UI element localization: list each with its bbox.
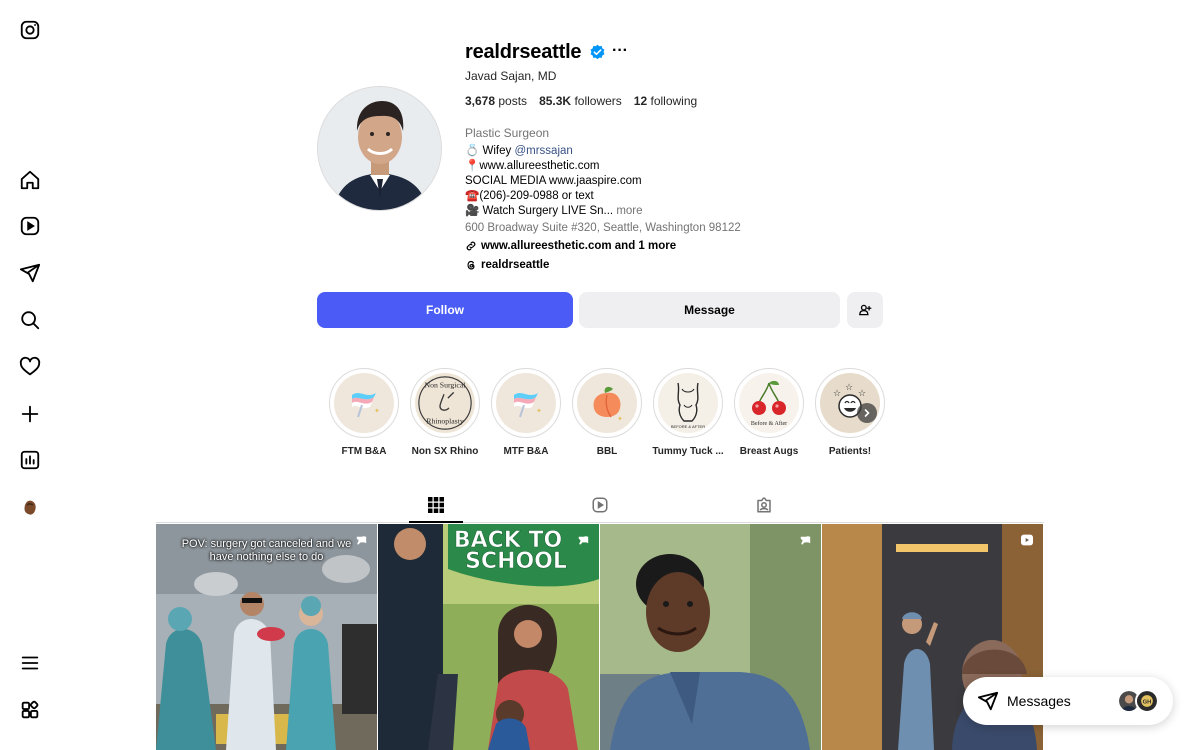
flag-icon: ✦ [352, 393, 380, 418]
threads-icon [467, 260, 475, 270]
highlight-label: Tummy Tuck ... [652, 446, 724, 457]
bio-more-link[interactable]: more [616, 205, 642, 217]
dashboard-chart-icon[interactable] [18, 448, 42, 472]
bio-line-1: 💍 Wifey [465, 145, 512, 157]
message-button[interactable]: Message [579, 292, 840, 328]
highlight-label: BBL [596, 446, 618, 457]
profile-avatar[interactable] [317, 86, 442, 211]
tab-reels-icon[interactable] [590, 494, 610, 516]
svg-text:☆: ☆ [845, 382, 853, 392]
pin-icon [356, 536, 367, 545]
highlight-breast-augs[interactable]: Before & After Breast Augs [733, 368, 805, 457]
external-link[interactable]: www.allureesthetic.com and 1 more [465, 240, 676, 252]
pin-icon [800, 536, 811, 545]
direct-send-icon [977, 691, 999, 711]
highlight-label: Breast Augs [739, 446, 799, 457]
posts-stat: 3,678 posts [465, 94, 528, 108]
tab-tagged-icon[interactable] [754, 494, 774, 516]
tab-posts-grid-icon[interactable] [426, 494, 446, 516]
profile-category: Plastic Surgeon [465, 126, 550, 140]
highlight-non-sx-rhino[interactable]: Non Surgical Rhinoplasty Non SX Rhino [409, 368, 481, 457]
svg-text:☆: ☆ [833, 388, 841, 398]
svg-text:✦: ✦ [617, 415, 623, 423]
threads-link[interactable]: realdrseattle [465, 259, 549, 271]
svg-text:SCHOOL: SCHOOL [465, 549, 567, 574]
suggested-accounts-button[interactable] [847, 292, 883, 328]
link-icon [466, 241, 476, 251]
home-icon[interactable] [18, 168, 42, 192]
profile-address: 600 Broadway Suite #320, Seattle, Washin… [465, 222, 741, 234]
profile-username: realdrseattle [465, 41, 582, 63]
highlight-label: FTM B&A [341, 446, 387, 457]
mention-link[interactable]: @mrssajan [514, 145, 572, 157]
highlight-art-text: BEFORE & AFTER [671, 424, 705, 429]
following-stat[interactable]: 12 following [634, 94, 697, 108]
avatar: GH [1135, 689, 1159, 713]
bio-line-4: ☎️(206)-209-0988 or text [465, 190, 594, 202]
threads-handle: realdrseattle [481, 259, 550, 271]
post-image-back-to-school: BACK TO SCHOOL [378, 524, 599, 750]
post-tile-2[interactable]: BACK TO SCHOOL [378, 524, 599, 750]
followers-stat[interactable]: 85.3K followers [539, 94, 622, 108]
also-from-meta-icon[interactable] [18, 698, 42, 722]
bio-line-5: 🎥 Watch Surgery LIVE Sn... [465, 205, 614, 217]
svg-text:GH: GH [1143, 700, 1152, 706]
svg-text:✦: ✦ [536, 407, 542, 415]
active-tab-indicator [409, 521, 463, 523]
highlight-art-line1: Non Surgical [425, 381, 466, 390]
cherries-icon: Before & After [751, 380, 787, 427]
verified-badge-icon [590, 44, 605, 60]
bio-line-3: SOCIAL MEDIA www.jaaspire.com [465, 175, 642, 187]
reel-play-icon [1021, 534, 1033, 546]
post-image-portrait [600, 524, 821, 750]
highlight-ftm[interactable]: ✦ FTM B&A [328, 368, 400, 457]
tabs-divider [156, 522, 1044, 523]
highlight-bbl[interactable]: ✦ BBL [571, 368, 643, 457]
profile-bio: 💍 Wifey @mrssajan 📍www.allureesthetic.co… [465, 144, 643, 219]
profile-full-name: Javad Sajan, MD [465, 69, 557, 83]
highlights-next-chevron-icon[interactable] [857, 403, 877, 423]
highlight-label: Patients! [828, 446, 872, 457]
search-icon[interactable] [18, 308, 42, 332]
follow-button[interactable]: Follow [317, 292, 573, 328]
options-more-icon[interactable]: ··· [612, 42, 628, 60]
reels-icon[interactable] [18, 214, 42, 238]
bio-line-2: 📍www.allureesthetic.com [465, 160, 600, 172]
nose-icon: Non Surgical Rhinoplasty [418, 376, 472, 430]
peach-icon: ✦ [593, 386, 623, 423]
torso-icon: BEFORE & AFTER [671, 382, 705, 429]
highlight-art-line2: Rhinoplasty [426, 416, 464, 425]
post-caption: POV: surgery got canceled and we have no… [181, 538, 352, 563]
post-tile-3[interactable] [600, 524, 821, 750]
flag-icon: ✦ [514, 393, 542, 418]
pin-icon [578, 536, 589, 545]
svg-text:✦: ✦ [374, 407, 380, 415]
highlight-tummy-tuck[interactable]: BEFORE & AFTER Tummy Tuck ... [652, 368, 724, 457]
menu-icon[interactable] [18, 651, 42, 675]
messages-label: Messages [1007, 693, 1071, 709]
add-person-icon [859, 304, 872, 316]
highlight-label: MTF B&A [503, 446, 549, 457]
instagram-logo-icon[interactable] [18, 18, 42, 42]
heart-icon[interactable] [18, 355, 42, 379]
highlight-mtf[interactable]: ✦ MTF B&A [490, 368, 562, 457]
post-tile-1[interactable]: POV: surgery got canceled and we have no… [156, 524, 377, 750]
messages-avatars: GH [1117, 689, 1159, 713]
highlight-art-text: Before & After [751, 420, 787, 427]
profile-photo-icon [318, 87, 441, 210]
profile-avatar-icon[interactable] [18, 495, 42, 519]
profile-stats: 3,678 posts 85.3K followers 12 following [465, 94, 697, 108]
messages-button[interactable]: Messages GH [963, 677, 1173, 725]
sidebar [0, 0, 60, 750]
create-plus-icon[interactable] [18, 402, 42, 426]
svg-text:☆: ☆ [858, 388, 866, 398]
highlight-label: Non SX Rhino [411, 446, 479, 457]
direct-send-icon[interactable] [18, 261, 42, 285]
external-link-text: www.allureesthetic.com and 1 more [481, 240, 677, 252]
